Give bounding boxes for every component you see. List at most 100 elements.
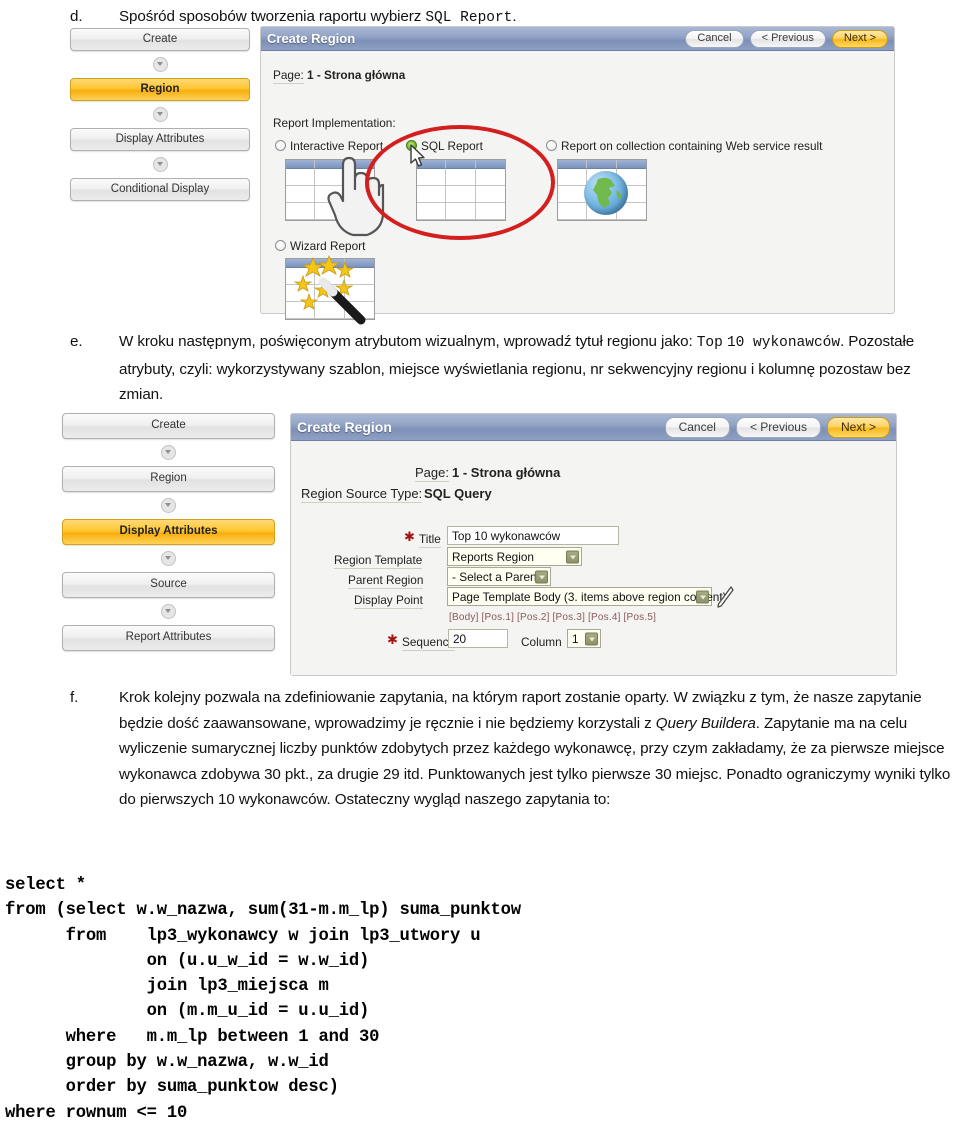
chevron-down-icon [161, 445, 176, 460]
region-source-type-label: Region Source Type: [301, 486, 423, 503]
display-point-positions: [Body] [Pos.1] [Pos.2] [Pos.3] [Pos.4] [… [449, 612, 657, 623]
label-interactive-report[interactable]: Interactive Report [290, 139, 383, 153]
step-f-paragraph: f. Krok kolejny pozwala na zdefiniowanie… [70, 685, 960, 813]
step-f-line4: punktów zdobytych przez każdego wykonawc… [321, 740, 945, 757]
sequence-input[interactable]: 20 [448, 629, 508, 648]
chevron-down-icon [152, 107, 168, 122]
rail2-item-source-label: Source [150, 578, 187, 591]
rail2-item-report-attributes-label: Report Attributes [125, 631, 212, 644]
rail2-item-source[interactable]: Source [62, 572, 275, 598]
create-region-panel-1: Create Region Cancel < Previous Next > P… [260, 26, 895, 325]
step-f-text: Krok kolejny pozwala na zdefiniowanie za… [119, 685, 960, 813]
step-f-line3-italic: Query Buildera [655, 714, 756, 732]
region-template-select[interactable]: Reports Region [447, 547, 582, 566]
panel-toolbar-2: Cancel < Previous Next > [664, 416, 890, 438]
label-wizard-report[interactable]: Wizard Report [290, 239, 365, 253]
panel-title-1: Create Region [267, 31, 356, 46]
radio-interactive-report[interactable] [275, 140, 286, 151]
pen-annotation-icon [717, 586, 734, 608]
rail2-item-display-attributes[interactable]: Display Attributes [62, 519, 275, 545]
chevron-down-icon [161, 551, 176, 566]
required-star-sequence: ✱ [387, 632, 398, 647]
step-e-text: W kroku następnym, poświęconym atrybutom… [119, 329, 955, 408]
panel-body-2: Page: 1 - Strona główna Region Source Ty… [291, 441, 896, 675]
chevron-down-icon[interactable] [535, 570, 548, 583]
step-f-line3a: będziemy korzystali z [509, 714, 656, 732]
page-value-2: 1 - Strona główna [452, 465, 561, 480]
parent-region-label: Parent Region [348, 573, 424, 589]
rail2-item-display-attributes-label: Display Attributes [119, 525, 218, 538]
radio-report-on-collection[interactable] [546, 140, 557, 151]
column-value: 1 [572, 631, 579, 646]
sql-code-block: select * from (select w.w_nazwa, sum(31-… [5, 876, 521, 1123]
chevron-down-icon [152, 157, 168, 172]
title-input[interactable]: Top 10 wykonawców [447, 526, 619, 545]
column-select[interactable]: 1 [567, 629, 601, 648]
chevron-down-icon [152, 57, 168, 72]
step-e-marker: e. [70, 333, 83, 350]
step-d-text-mono: SQL Report [425, 10, 513, 26]
step-e-line1: W kroku następnym, poświęconym atrybutom… [119, 333, 697, 350]
rail-item-create[interactable]: Create [70, 28, 250, 51]
screenshot-create-region-step1: Create Region Display Attributes Conditi… [60, 26, 895, 325]
wizard-rail-1: Create Region Display Attributes Conditi… [70, 28, 250, 201]
wizard-rail-2: Create Region Display Attributes Source … [62, 413, 275, 651]
previous-button-2[interactable]: < Previous [735, 416, 821, 438]
parent-region-value: - Select a Parent - [452, 569, 548, 584]
rail-item-region[interactable]: Region [70, 78, 250, 101]
chevron-down-icon[interactable] [585, 632, 598, 645]
region-template-value: Reports Region [452, 549, 534, 564]
cancel-button-2[interactable]: Cancel [664, 416, 730, 438]
display-point-value: Page Template Body (3. items above regio… [452, 589, 727, 604]
step-d-text-tail: . [512, 8, 517, 25]
title-label: Title [419, 532, 441, 548]
rail-item-region-label: Region [140, 82, 180, 95]
panel-title-2: Create Region [297, 419, 392, 435]
page-label-2: Page: [415, 465, 449, 482]
chevron-down-icon[interactable] [566, 550, 579, 563]
rail-item-create-label: Create [142, 32, 178, 45]
label-report-on-collection[interactable]: Report on collection containing Web serv… [561, 139, 822, 153]
screenshot-create-region-step2: Create Region Display Attributes Source … [57, 409, 907, 679]
globe-icon [584, 171, 628, 215]
cancel-button-1[interactable]: Cancel [685, 29, 744, 48]
parent-region-select[interactable]: - Select a Parent - [447, 567, 551, 586]
magic-wand-icon [293, 254, 366, 325]
rail-item-conditional-display[interactable]: Conditional Display [70, 178, 250, 201]
chevron-down-icon [161, 604, 176, 619]
rail-item-display-attributes-label: Display Attributes [115, 132, 205, 145]
rail2-item-region-label: Region [150, 472, 187, 485]
rail2-item-report-attributes[interactable]: Report Attributes [62, 625, 275, 651]
chevron-down-icon [161, 498, 176, 513]
region-source-type-value: SQL Query [424, 486, 492, 501]
panel-titlebar-1: Create Region Cancel < Previous Next > [261, 27, 894, 51]
region-template-label: Region Template [334, 553, 423, 569]
radio-wizard-report[interactable] [275, 240, 286, 251]
required-star-title: ✱ [404, 529, 415, 544]
step-e-paragraph: e. W kroku następnym, poświęconym atrybu… [70, 329, 955, 408]
rail2-item-create[interactable]: Create [62, 413, 275, 439]
display-point-select[interactable]: Page Template Body (3. items above regio… [447, 587, 727, 606]
highlight-ellipse-sql-report [365, 125, 555, 240]
display-point-label: Display Point [354, 593, 423, 609]
step-f-marker: f. [70, 689, 79, 706]
step-f-line7: zapytania to: [525, 791, 611, 808]
create-region-panel-2: Create Region Cancel < Previous Next > P… [290, 413, 897, 676]
step-f-line5: wykonawca zdobywa 30 pkt., za drugie 29 … [119, 765, 723, 783]
next-button-1[interactable]: Next > [831, 29, 888, 48]
rail2-item-create-label: Create [151, 419, 186, 432]
report-implementation-label: Report Implementation: [273, 116, 396, 130]
panel-body-1: Page: 1 - Strona główna Report Implement… [261, 51, 894, 325]
step-e-mono1: Top [696, 335, 723, 351]
column-label: Column [521, 635, 562, 649]
rail-item-display-attributes[interactable]: Display Attributes [70, 128, 250, 151]
previous-button-1[interactable]: < Previous [749, 29, 826, 48]
chevron-down-icon[interactable] [696, 590, 709, 603]
panel-toolbar-1: Cancel < Previous Next > [685, 29, 888, 48]
panel-titlebar-2: Create Region Cancel < Previous Next > [291, 414, 896, 441]
rail-item-conditional-display-label: Conditional Display [110, 182, 210, 195]
next-button-2[interactable]: Next > [826, 416, 890, 438]
rail2-item-region[interactable]: Region [62, 466, 275, 492]
step-d-text-lead: Spośród sposobów tworzenia raportu wybie… [119, 8, 426, 25]
step-e-mono2: 10 wykonawców [726, 335, 841, 351]
